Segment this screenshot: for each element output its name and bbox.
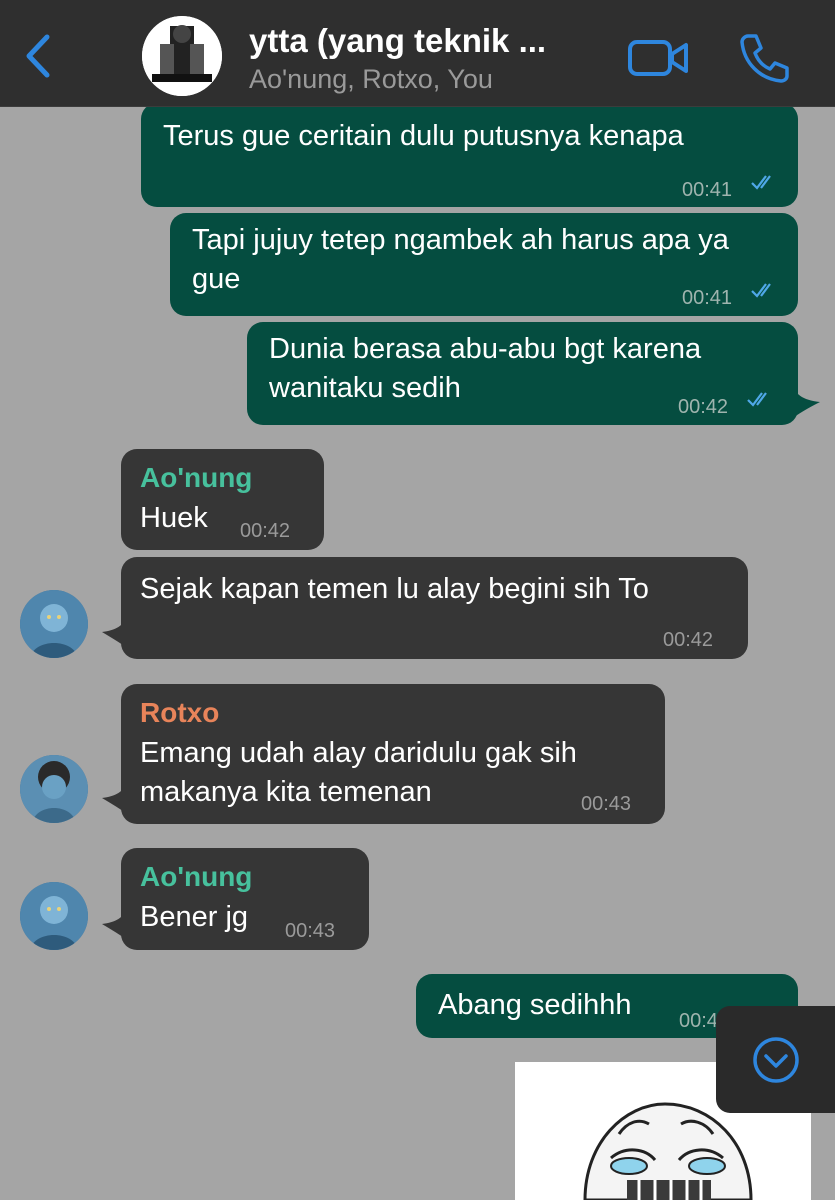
video-camera-icon (628, 40, 688, 76)
chevron-down-circle-icon (752, 1036, 799, 1083)
message-time: 00:42 (240, 520, 291, 542)
read-ticks-icon (747, 392, 767, 407)
message-bubble-outgoing[interactable]: Dunia berasa abu-abu bgt karena wanitaku… (247, 322, 798, 425)
sender-name: Ao'nung (140, 462, 253, 493)
message-bubble-outgoing[interactable]: Terus gue ceritain dulu putusnya kenapa … (141, 103, 798, 207)
message-time: 00:42 (663, 629, 714, 651)
scroll-to-bottom-button[interactable] (716, 1006, 835, 1113)
message-time: 00:43 (581, 793, 632, 815)
message-time: 00:43 (285, 920, 336, 942)
voice-call-button[interactable] (736, 30, 792, 84)
message-bubble-incoming[interactable]: Ao'nung Huek 00:42 (121, 449, 324, 550)
message-bubble-incoming[interactable]: Rotxo Emang udah alay daridulu gak sih m… (121, 684, 665, 824)
avatar-rotxo[interactable] (20, 755, 88, 823)
read-ticks-icon (751, 175, 771, 190)
group-logo-image (142, 16, 222, 96)
chat-members[interactable]: Ao'nung, Rotxo, You (249, 64, 609, 95)
chat-title[interactable]: ytta (yang teknik ... (249, 22, 609, 60)
bubble-tail (790, 380, 820, 420)
message-bubble-outgoing[interactable]: Tapi jujuy tetep ngambek ah harus apa ya… (170, 213, 798, 316)
read-ticks-icon (751, 283, 771, 298)
chat-header: ytta (yang teknik ... Ao'nung, Rotxo, Yo… (0, 0, 835, 107)
message-text: Emang udah alay daridulu gak sih makanya… (140, 737, 577, 808)
message-bubble-incoming[interactable]: Sejak kapan temen lu alay begini sih To … (121, 557, 748, 659)
chevron-left-icon (26, 34, 50, 78)
sender-name: Rotxo (140, 697, 220, 728)
avatar-aonung[interactable] (20, 882, 88, 950)
message-text: Sejak kapan temen lu alay begini sih To (140, 573, 649, 605)
message-time: 00:42 (678, 396, 729, 418)
video-call-button[interactable] (626, 34, 692, 82)
avatar-aonung[interactable] (20, 590, 88, 658)
group-avatar[interactable] (142, 16, 222, 96)
sender-name: Ao'nung (140, 861, 253, 892)
message-time: 00:41 (682, 287, 733, 309)
message-bubble-incoming[interactable]: Ao'nung Bener jg 00:43 (121, 848, 369, 950)
back-button[interactable] (14, 28, 62, 84)
phone-icon (740, 34, 789, 83)
message-time: 00:41 (682, 179, 733, 201)
message-text: Terus gue ceritain dulu putusnya kenapa (163, 120, 684, 152)
